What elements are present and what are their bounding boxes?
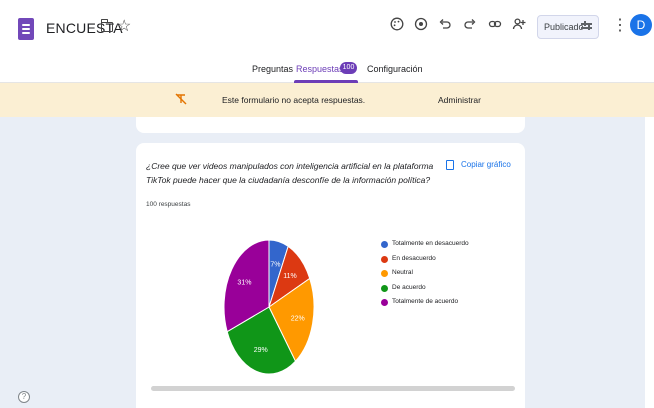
legend-swatch (381, 299, 388, 306)
copy-chart-label: Copiar gráfico (461, 160, 511, 169)
add-collaborator-icon[interactable] (510, 17, 528, 35)
legend-swatch (381, 255, 388, 263)
legend-item-4[interactable]: Totalmente de acuerdo (381, 297, 521, 312)
undo-icon[interactable] (436, 17, 454, 35)
legend-item-1[interactable]: En desacuerdo (381, 254, 521, 269)
more-options-icon[interactable]: ⋮ (612, 17, 628, 35)
tab-questions[interactable]: Preguntas (252, 64, 293, 74)
responses-count-badge: 100 (340, 62, 357, 74)
form-tabs: Preguntas Respuestas Configuración (0, 56, 654, 83)
manage-button[interactable]: Administrar (438, 95, 481, 105)
pie-chart: 7%11% 22% 29% 31% (223, 239, 315, 375)
palette-icon[interactable] (388, 17, 406, 35)
tune-icon (581, 21, 592, 32)
horizontal-scrollbar[interactable] (151, 386, 515, 391)
move-to-folder-icon[interactable] (100, 19, 113, 32)
forms-logo-icon[interactable] (18, 18, 34, 40)
page-edge (645, 117, 654, 408)
top-bar: ENCUESTA ☆ Publicado ⋮ D (0, 0, 654, 56)
question-text: ¿Cree que ver videos manipulados con int… (146, 161, 434, 185)
legend-item-2[interactable]: Neutral (381, 268, 521, 283)
pie-slice-label-2: 22% (291, 315, 305, 322)
legend-swatch (381, 284, 388, 292)
pie-slice-label-3: 29% (254, 347, 268, 354)
not-accepting-responses-banner: Este formulario no acepta respuestas. Ad… (0, 83, 654, 117)
account-avatar[interactable]: D (630, 14, 652, 36)
copy-icon (446, 160, 454, 170)
pie-slice-label-1: 11% (283, 273, 297, 280)
response-count: 100 respuestas (146, 201, 191, 208)
pie-slice-label-0: 7% (270, 261, 280, 268)
legend-label: En desacuerdo (392, 254, 436, 262)
question-summary-card: ¿Cree que ver videos manipulados con int… (136, 143, 525, 408)
responses-off-icon (175, 93, 187, 108)
published-button[interactable]: Publicado (537, 15, 599, 39)
legend-item-0[interactable]: Totalmente en desacuerdo (381, 239, 521, 254)
previous-question-card (136, 117, 525, 133)
legend-swatch (381, 241, 388, 248)
star-icon[interactable]: ☆ (117, 16, 131, 36)
chart-legend: Totalmente en desacuerdo En desacuerdo Neu… (381, 239, 521, 312)
banner-message: Este formulario no acepta respuestas. (222, 95, 366, 105)
legend-item-3[interactable]: De acuerdo (381, 283, 521, 298)
help-icon[interactable]: ? (18, 391, 30, 403)
redo-icon[interactable] (461, 17, 479, 35)
tab-responses[interactable]: Respuestas (296, 64, 344, 74)
legend-label: De acuerdo (392, 283, 426, 291)
legend-label: Neutral (392, 269, 413, 276)
pie-slice-label-4: 31% (237, 280, 251, 287)
tab-settings[interactable]: Configuración (367, 64, 423, 74)
copy-chart-button[interactable]: Copiar gráfico (444, 159, 524, 173)
preview-icon[interactable] (412, 17, 430, 35)
legend-swatch (381, 270, 388, 277)
published-label: Publicado (544, 22, 584, 32)
link-icon[interactable] (486, 17, 504, 35)
legend-label: Totalmente de acuerdo (392, 298, 459, 305)
legend-label: Totalmente en desacuerdo (392, 240, 469, 247)
